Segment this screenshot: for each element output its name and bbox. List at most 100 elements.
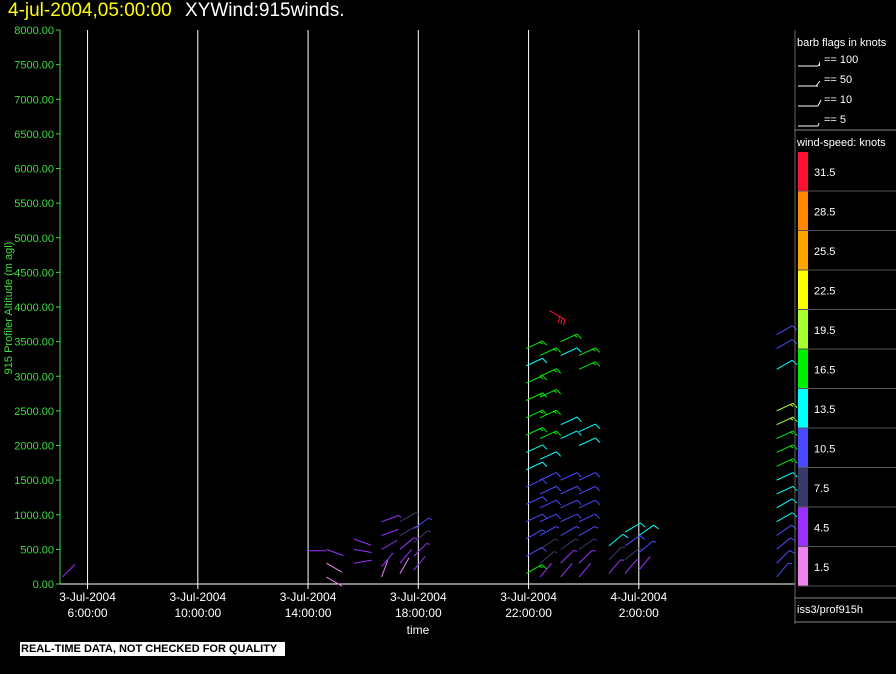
barb-feather	[539, 565, 543, 569]
wind-barb	[539, 538, 559, 550]
wind-barb	[578, 562, 592, 578]
barb-feather	[555, 451, 562, 457]
wind-barb	[539, 485, 562, 495]
wind-barb	[560, 333, 582, 343]
barb-staff	[776, 498, 793, 509]
barb-staff	[776, 550, 790, 564]
color-swatch	[798, 152, 808, 191]
wind-barb	[526, 513, 548, 523]
axes: 3-Jul-2004 6:00:00 3-Jul-2004 10:00:00 3-Jul…	[14, 25, 795, 620]
barb-feather	[542, 409, 548, 416]
color-scale-label: 25.5	[814, 246, 835, 258]
barb-feather	[789, 417, 794, 421]
wind-barb	[526, 496, 548, 505]
wind-barb	[539, 472, 562, 481]
wind-barb	[776, 524, 797, 536]
barb-staff	[381, 515, 399, 523]
legend-barb-label: == 100	[824, 54, 858, 66]
barb-feather	[560, 317, 563, 325]
barb-staff	[413, 517, 429, 530]
barb-feather	[542, 479, 548, 485]
barb-feather	[542, 427, 548, 433]
wind-barb	[776, 430, 798, 440]
barb-staff	[776, 339, 793, 349]
barb-staff	[608, 533, 624, 547]
wind-barb	[526, 340, 548, 350]
barb-feather	[427, 530, 432, 533]
barb-feather	[595, 437, 601, 443]
barb-feather	[555, 389, 562, 395]
x-tick-time: 18:00:00	[395, 606, 442, 620]
barb-staff	[413, 543, 427, 557]
barb-staff	[399, 537, 415, 550]
barb-feather	[555, 526, 560, 529]
barb-feather	[576, 416, 582, 423]
color-scale-label: 10.5	[814, 443, 835, 455]
barb-staff	[578, 472, 596, 481]
wind-barb	[560, 472, 582, 481]
wind-barb	[539, 347, 562, 356]
barb-feather	[595, 423, 601, 429]
wind-barb	[526, 444, 548, 453]
color-swatch	[798, 231, 808, 270]
barb-feather	[595, 513, 601, 520]
barb-staff	[624, 559, 637, 574]
barb-feather	[428, 517, 433, 521]
barb-feather	[595, 472, 601, 478]
barb-feather	[555, 472, 562, 478]
barb-staff	[413, 556, 426, 571]
barb-feather	[576, 347, 582, 353]
barb-feather	[639, 535, 646, 540]
color-scale-label: 1.5	[814, 562, 829, 574]
y-tick-label: 2500.00	[14, 406, 54, 418]
barb-feather	[553, 431, 557, 435]
y-tick-label: 7000.00	[14, 94, 54, 106]
wind-barb	[381, 539, 398, 550]
x-tick-date: 3-Jul-2004	[59, 590, 116, 604]
barb-feather	[575, 538, 580, 541]
barb-staff	[326, 562, 343, 573]
barb-staff	[413, 530, 428, 543]
wind-barb	[638, 540, 657, 554]
y-tick-label: 0.00	[33, 579, 54, 591]
barb-feather	[595, 361, 601, 367]
legend-barb-flag	[818, 61, 820, 66]
wind-barb	[578, 499, 601, 509]
barb-staff	[560, 562, 573, 578]
barb-staff	[381, 528, 399, 536]
x-tick-date: 4-Jul-2004	[610, 590, 667, 604]
wind-barb	[638, 524, 659, 536]
wind-barb	[578, 485, 601, 495]
speed-legend-title: wind-speed: knots	[796, 137, 886, 149]
barb-staff	[638, 524, 654, 536]
barb-feather	[595, 499, 601, 506]
barb-staff	[776, 325, 793, 336]
color-swatch	[798, 270, 808, 309]
barb-feather	[789, 445, 794, 449]
y-tick-label: 1000.00	[14, 510, 54, 522]
qc-warning: REAL-TIME DATA, NOT CHECKED FOR QUALITY	[20, 642, 286, 656]
wind-barb	[624, 522, 646, 533]
barb-feather	[539, 411, 544, 414]
color-scale-label: 7.5	[814, 483, 829, 495]
barb-staff	[399, 549, 412, 564]
barb-staff	[578, 562, 592, 578]
wind-barb	[381, 552, 394, 568]
wind-barb	[526, 409, 548, 419]
barb-feather	[622, 533, 629, 539]
barb-staff	[326, 576, 343, 587]
barb-staff	[638, 540, 653, 554]
wind-barb	[560, 347, 582, 356]
gridlines	[87, 30, 640, 584]
barb-feather	[542, 461, 548, 468]
barb-feather	[542, 357, 548, 364]
barb-staff	[539, 485, 557, 495]
color-scale-label: 4.5	[814, 522, 829, 534]
wind-barb	[560, 513, 582, 523]
y-tick-label: 6500.00	[14, 129, 54, 141]
wind-barb	[399, 512, 419, 523]
wind-barb	[776, 325, 798, 336]
barb-staff	[560, 430, 578, 440]
y-tick-label: 500.00	[20, 544, 54, 556]
barb-staff	[776, 359, 793, 370]
